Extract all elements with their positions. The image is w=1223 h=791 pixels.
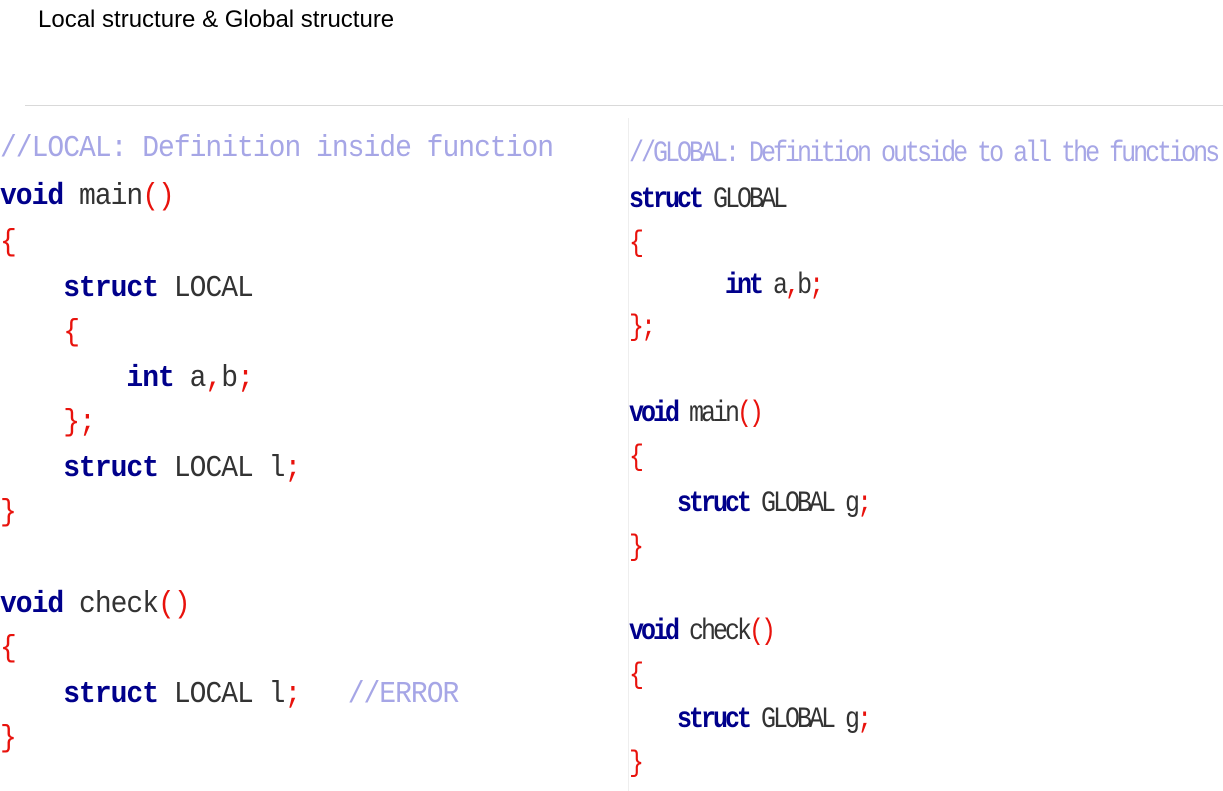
code-line: struct LOCAL [0,271,254,306]
code-keyword: void [629,395,680,431]
title-divider [25,105,1223,106]
code-punctuation: () [142,179,175,214]
code-identifier: b [797,267,812,303]
code-line: int a,b; [0,361,254,396]
code-line: { [629,657,644,693]
code-keyword: struct [677,701,752,737]
code-punctuation: ; [284,677,301,712]
code-keyword: void [0,179,64,214]
code-keyword: struct [63,271,159,306]
code-line: void check() [629,613,776,649]
code-punctuation: () [158,587,191,622]
code-identifier: check [63,587,159,622]
code-line: { [629,225,644,261]
code-line: struct LOCAL l; //ERROR [0,677,460,712]
slide-title: Local structure & Global structure [38,6,395,33]
code-line: } [629,529,644,565]
global-structure-code-panel: //GLOBAL: Definition outside to all the … [628,118,1223,791]
code-identifier: a [173,361,207,396]
code-line: }; [629,309,656,345]
code-keyword: int [725,267,764,303]
code-punctuation: ; [809,267,824,303]
code-line: { [0,631,17,666]
code-identifier: LOCAL l [158,451,286,486]
code-keyword: struct [63,451,159,486]
code-line: { [0,225,17,260]
code-line: //LOCAL: Definition inside function [0,131,554,166]
code-punctuation: }; [63,405,96,440]
code-punctuation: { [629,439,644,475]
code-line: //GLOBAL: Definition outside to all the … [629,135,1220,171]
code-identifier: main [63,179,143,214]
code-identifier: LOCAL l [158,677,286,712]
code-line: struct GLOBAL g; [629,701,872,737]
code-punctuation: { [0,225,17,260]
code-keyword: void [629,613,680,649]
local-structure-code-panel: //LOCAL: Definition inside function void … [0,118,622,791]
code-line: void main() [0,179,175,214]
code-identifier: GLOBAL [701,181,788,217]
code-keyword: int [126,361,174,396]
code-punctuation: () [749,613,776,649]
code-punctuation: () [737,395,764,431]
code-line: { [0,315,80,350]
code-identifier: GLOBAL g [749,701,860,737]
code-identifier: b [221,361,238,396]
code-line: void check() [0,587,191,622]
code-keyword: struct [629,181,704,217]
code-punctuation: } [0,495,17,530]
code-punctuation: , [205,361,222,396]
code-comment: //GLOBAL: Definition outside to all the … [629,135,1220,171]
code-line: } [629,745,644,781]
code-line: struct LOCAL l; [0,451,301,486]
code-line: void main() [629,395,764,431]
code-line: { [629,439,644,475]
code-line: } [0,495,17,530]
code-comment: //ERROR [347,677,460,712]
code-identifier: a [761,267,788,303]
code-keyword: struct [63,677,159,712]
code-punctuation: ; [284,451,301,486]
code-line: struct GLOBAL g; [629,485,872,521]
code-line: } [0,721,17,756]
code-identifier [300,678,347,712]
code-line: }; [0,405,96,440]
code-comment: //LOCAL: Definition inside function [0,131,554,166]
code-identifier: LOCAL [158,271,254,306]
code-keyword: void [0,587,64,622]
code-line: struct GLOBAL [629,181,788,217]
code-punctuation: { [629,225,644,261]
code-punctuation: , [785,267,800,303]
code-punctuation: { [0,631,17,666]
code-punctuation: } [629,745,644,781]
code-identifier: check [677,613,752,649]
code-punctuation: } [0,721,17,756]
code-identifier: main [677,395,740,431]
code-punctuation: ; [857,701,872,737]
code-keyword: struct [677,485,752,521]
code-punctuation: ; [857,485,872,521]
code-punctuation: { [629,657,644,693]
code-line: int a,b; [629,267,824,303]
code-punctuation: ; [237,361,254,396]
code-identifier: GLOBAL g [749,485,860,521]
code-punctuation: } [629,529,644,565]
code-punctuation: }; [629,309,656,345]
code-punctuation: { [63,315,80,350]
